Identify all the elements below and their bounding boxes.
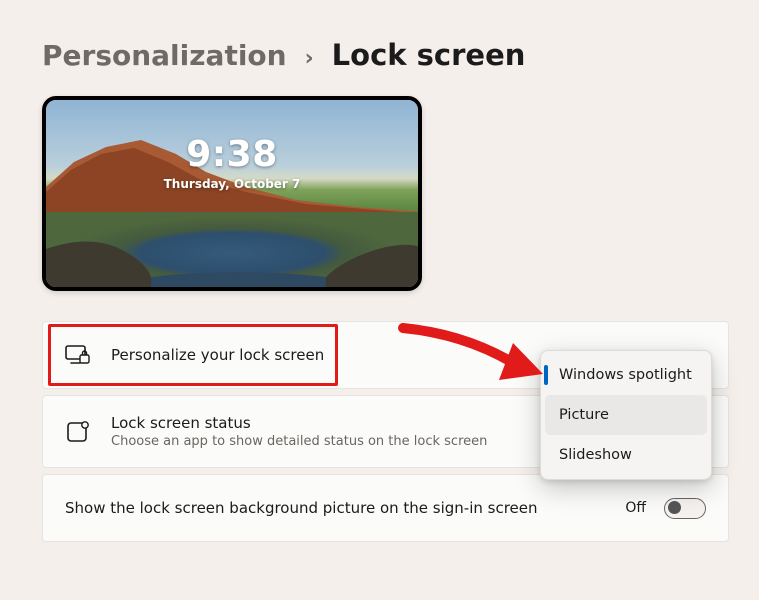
lock-screen-preview-image: 9:38 Thursday, October 7	[42, 96, 422, 291]
monitor-lock-icon	[65, 342, 91, 368]
breadcrumb-parent[interactable]: Personalization	[42, 39, 287, 72]
toggle-state-label: Off	[625, 500, 646, 516]
dropdown-item-picture[interactable]: Picture	[545, 395, 707, 435]
preview-date: Thursday, October 7	[46, 177, 418, 191]
preview-rocks	[46, 227, 422, 287]
lock-screen-type-dropdown[interactable]: Windows spotlight Picture Slideshow	[540, 350, 712, 480]
lock-screen-preview: 9:38 Thursday, October 7	[42, 96, 735, 291]
toggle-knob	[668, 501, 681, 514]
app-badge-icon	[65, 419, 91, 445]
signin-bg-title: Show the lock screen background picture …	[65, 499, 625, 517]
preview-time: 9:38	[46, 134, 418, 175]
preview-clock: 9:38 Thursday, October 7	[46, 134, 418, 191]
signin-bg-toggle[interactable]	[664, 498, 706, 519]
dropdown-item-windows-spotlight[interactable]: Windows spotlight	[545, 355, 707, 395]
signin-background-row: Show the lock screen background picture …	[42, 474, 729, 542]
dropdown-item-slideshow[interactable]: Slideshow	[545, 435, 707, 475]
breadcrumb: Personalization › Lock screen	[42, 38, 735, 72]
chevron-right-icon: ›	[305, 46, 314, 71]
breadcrumb-current: Lock screen	[332, 38, 526, 72]
